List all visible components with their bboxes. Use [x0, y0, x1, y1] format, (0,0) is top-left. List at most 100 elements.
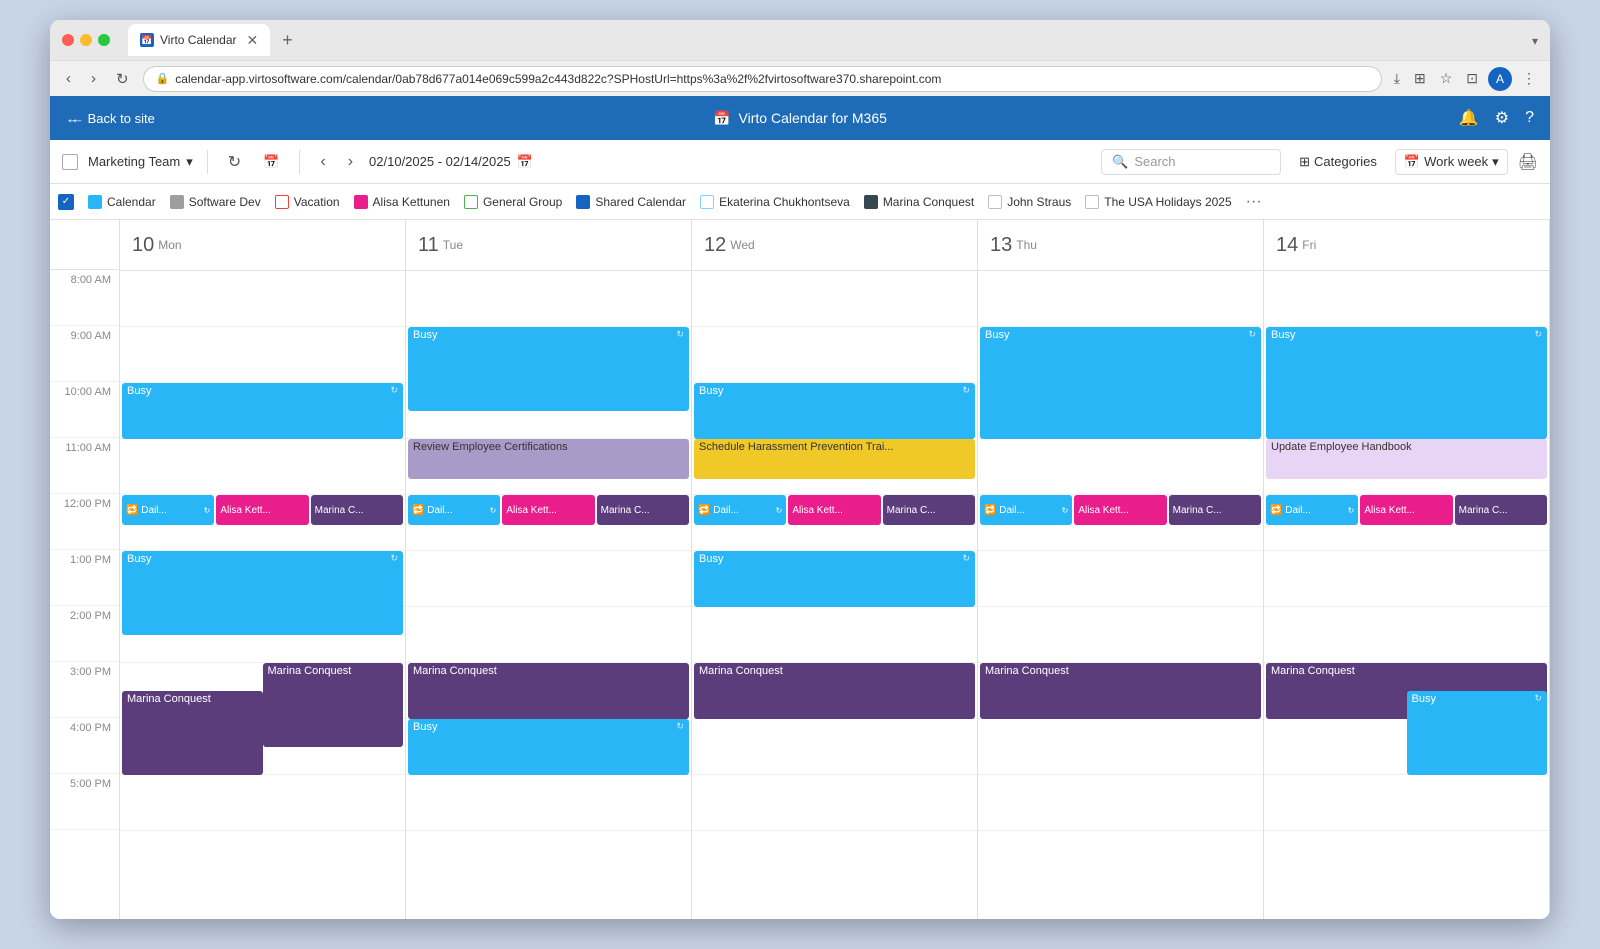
hour-1pm-fri	[1264, 551, 1549, 607]
mini-event-daily-thu[interactable]: 🔁 Dail... ↻	[980, 495, 1072, 525]
extension-icon[interactable]: ⊡	[1462, 68, 1482, 89]
search-box[interactable]: 🔍 Search	[1101, 149, 1281, 175]
close-button[interactable]	[62, 34, 74, 46]
mini-event-alisa-mon[interactable]: Alisa Kett...	[216, 495, 308, 525]
event-busy-thu-9am[interactable]: Busy ↻	[980, 327, 1261, 439]
mini-event-alisa-tue[interactable]: Alisa Kett...	[502, 495, 594, 525]
legend-item-john[interactable]: John Straus	[988, 195, 1071, 209]
event-marina-mon-2[interactable]: Marina Conquest	[122, 691, 263, 775]
forward-nav-button[interactable]: ›	[85, 68, 102, 89]
date-range[interactable]: 02/10/2025 - 02/14/2025 📅	[369, 154, 533, 170]
event-busy-wed-1pm[interactable]: Busy ↻	[694, 551, 975, 607]
legend-more-button[interactable]: ···	[1246, 193, 1262, 211]
print-button[interactable]: 🖨	[1518, 152, 1538, 172]
time-column: 8:00 AM 9:00 AM 10:00 AM 11:00 AM 12:00 …	[50, 220, 120, 919]
event-marina-wed[interactable]: Marina Conquest	[694, 663, 975, 719]
help-icon[interactable]: ?	[1525, 109, 1534, 127]
notification-icon[interactable]: 🔔	[1459, 108, 1479, 128]
menu-icon[interactable]: ⋮	[1518, 68, 1540, 89]
back-to-site-label: ← Back to site	[71, 111, 155, 126]
hour-8am-mon	[120, 271, 405, 327]
browser-chevron-icon[interactable]: ▾	[1532, 34, 1538, 48]
mini-event-marina-thu[interactable]: Marina C...	[1169, 495, 1261, 525]
mini-event-daily-tue[interactable]: 🔁 Dail... ↻	[408, 495, 500, 525]
day-header-tue: 11 Tue	[406, 220, 692, 270]
legend-color-marina	[864, 195, 878, 209]
event-marina-tue[interactable]: Marina Conquest	[408, 663, 689, 719]
mini-event-marina-fri[interactable]: Marina C...	[1455, 495, 1547, 525]
app-title: 📅 Virto Calendar for M365	[713, 110, 887, 127]
event-harassment-label: Schedule Harassment Prevention Trai...	[699, 441, 893, 453]
star-icon[interactable]: ☆	[1436, 68, 1457, 89]
legend-item-software-dev[interactable]: Software Dev	[170, 195, 261, 209]
event-busy-tue-3pm[interactable]: Busy ↻	[408, 719, 689, 775]
prev-week-button[interactable]: ‹	[314, 151, 331, 173]
mini-event-marina-wed[interactable]: Marina C...	[883, 495, 975, 525]
app-title-text: Virto Calendar for M365	[739, 110, 887, 126]
sync-icon-thu: ↻	[1248, 329, 1256, 340]
divider-2	[299, 150, 300, 174]
mini-event-alisa-fri[interactable]: Alisa Kett...	[1360, 495, 1452, 525]
mini-sync-tue: ↻	[490, 506, 497, 515]
back-nav-button[interactable]: ‹	[60, 68, 77, 89]
new-tab-button[interactable]: +	[274, 30, 301, 51]
legend-item-alisa[interactable]: Alisa Kettunen	[354, 195, 450, 209]
calendar-icon-btn[interactable]	[62, 154, 78, 170]
event-busy-wed-10am[interactable]: Busy ↻	[694, 383, 975, 439]
event-harassment-wed[interactable]: Schedule Harassment Prevention Trai...	[694, 439, 975, 479]
download-icon[interactable]: ⤓	[1390, 68, 1404, 89]
mini-event-daily-mon[interactable]: 🔁 Dail... ↻	[122, 495, 214, 525]
sync-icon-2: ↻	[390, 553, 398, 564]
main-checkbox[interactable]: ✓	[58, 194, 74, 210]
event-marina-thu[interactable]: Marina Conquest	[980, 663, 1261, 719]
tab-close-icon[interactable]: ✕	[247, 32, 259, 49]
next-week-button[interactable]: ›	[342, 151, 359, 173]
search-placeholder: Search	[1134, 154, 1175, 169]
legend-item-vacation[interactable]: Vacation	[275, 195, 340, 209]
event-busy-fri-2pm[interactable]: Busy ↻	[1407, 691, 1548, 775]
mini-event-marina-mon[interactable]: Marina C...	[311, 495, 403, 525]
legend-item-marina[interactable]: Marina Conquest	[864, 195, 974, 209]
legend-item-ekaterina[interactable]: Ekaterina Chukhontseva	[700, 195, 850, 209]
event-marina-mon[interactable]: Marina Conquest	[263, 663, 404, 747]
traffic-lights	[62, 34, 110, 46]
view-selector[interactable]: 📅 Work week ▾	[1395, 149, 1508, 175]
event-handbook-fri[interactable]: Update Employee Handbook	[1266, 439, 1547, 479]
maximize-button[interactable]	[98, 34, 110, 46]
mini-event-daily-fri[interactable]: 🔁 Dail... ↻	[1266, 495, 1358, 525]
time-slot-1pm: 1:00 PM	[50, 550, 119, 606]
mini-event-alisa-wed[interactable]: Alisa Kett...	[788, 495, 880, 525]
sync-icon-fri-2pm: ↻	[1534, 693, 1542, 704]
event-review-tue[interactable]: Review Employee Certifications	[408, 439, 689, 479]
settings-icon[interactable]: ⚙	[1495, 108, 1509, 128]
legend-item-general[interactable]: General Group	[464, 195, 562, 209]
legend-item-shared[interactable]: Shared Calendar	[576, 195, 686, 209]
hour-5pm-tue	[406, 775, 691, 831]
active-tab[interactable]: 📅 Virto Calendar ✕	[128, 24, 270, 56]
mini-cal-button[interactable]: 📅	[257, 152, 285, 172]
event-busy-mon-1pm[interactable]: Busy ↻	[122, 551, 403, 635]
mini-event-alisa-thu[interactable]: Alisa Kett...	[1074, 495, 1166, 525]
translate-icon[interactable]: ⊞	[1410, 68, 1430, 89]
minimize-button[interactable]	[80, 34, 92, 46]
event-busy-tue-9am-label: Busy	[413, 329, 437, 341]
mini-event-alisa-fri-label: Alisa Kett...	[1364, 505, 1415, 516]
event-marina-mon-2-label: Marina Conquest	[127, 693, 211, 705]
day-num-thu: 13	[990, 234, 1012, 257]
mini-event-daily-wed[interactable]: 🔁 Dail... ↻	[694, 495, 786, 525]
event-busy-tue-9am[interactable]: Busy ↻	[408, 327, 689, 411]
team-selector[interactable]: Marketing Team ▾	[88, 154, 193, 170]
back-to-site-button[interactable]: ← ← Back to site	[66, 111, 155, 126]
event-busy-mon-10am[interactable]: Busy ↻	[122, 383, 403, 439]
event-busy-fri-9am[interactable]: Busy ↻	[1266, 327, 1547, 439]
legend-item-usa[interactable]: The USA Holidays 2025	[1085, 195, 1231, 209]
refresh-button[interactable]: ↻	[222, 150, 247, 174]
profile-avatar[interactable]: A	[1488, 67, 1512, 91]
mini-event-marina-tue[interactable]: Marina C...	[597, 495, 689, 525]
reload-nav-button[interactable]: ↻	[110, 68, 135, 90]
legend-item-calendar[interactable]: Calendar	[88, 195, 156, 209]
categories-button[interactable]: ⊞ Categories	[1291, 150, 1385, 174]
address-bar[interactable]: 🔒 calendar-app.virtosoftware.com/calenda…	[143, 66, 1382, 92]
legend-checkbox-item[interactable]: ✓	[58, 194, 74, 210]
day-header-fri: 14 Fri	[1264, 220, 1550, 270]
